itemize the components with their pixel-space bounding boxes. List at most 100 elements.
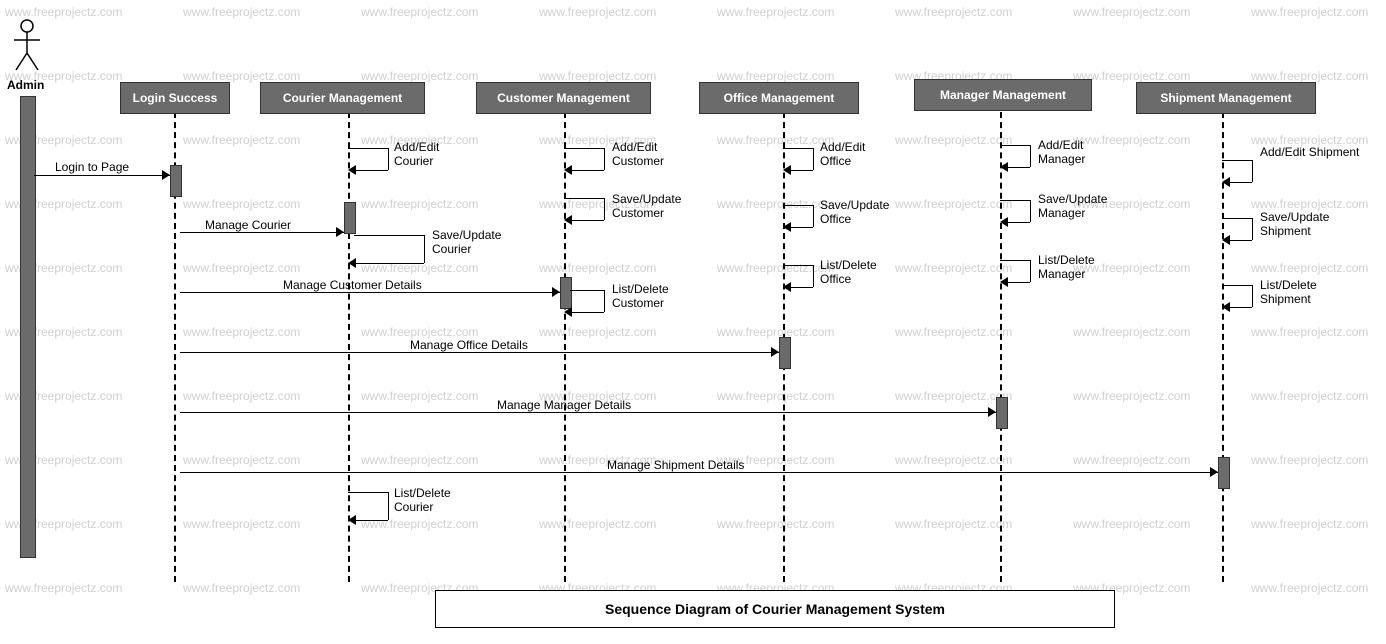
lifeline-manager [1000,112,1002,582]
msg-save-update-courier: Save/Update Courier [432,228,501,256]
arrow-login-to-page [34,175,170,176]
watermark-text: www.freeprojectz.com [361,453,478,467]
watermark-text: www.freeprojectz.com [895,517,1012,531]
watermark-text: www.freeprojectz.com [183,325,300,339]
watermark-text: www.freeprojectz.com [183,261,300,275]
loop-manager-add-head [1000,162,1008,172]
watermark-text: www.freeprojectz.com [1073,325,1190,339]
watermark-text: www.freeprojectz.com [895,5,1012,19]
watermark-text: www.freeprojectz.com [183,197,300,211]
loop-manager-add-bot [1008,167,1030,168]
msg-manage-courier: Manage Courier [205,218,291,232]
watermark-text: www.freeprojectz.com [183,517,300,531]
watermark-text: www.freeprojectz.com [361,389,478,403]
lifeline-customer [564,112,566,582]
arrowhead-manage-office [771,347,779,357]
msg-list-delete-shipment: List/Delete Shipment [1260,278,1317,306]
loop-shipment-add-top [1222,160,1252,161]
loop-shipment-save-head [1222,235,1230,245]
msg-add-edit-office: Add/Edit Office [820,140,865,168]
loop-manager-save-bot [1008,222,1030,223]
watermark-text: www.freeprojectz.com [539,517,656,531]
msg-add-edit-shipment: Add/Edit Shipment [1260,145,1359,159]
participant-customer: Customer Management [476,82,651,114]
watermark-text: www.freeprojectz.com [895,197,1012,211]
watermark-text: www.freeprojectz.com [1251,581,1368,595]
watermark-text: www.freeprojectz.com [183,69,300,83]
watermark-text: www.freeprojectz.com [183,453,300,467]
watermark-text: www.freeprojectz.com [1251,325,1368,339]
loop-manager-list-top [1000,260,1030,261]
watermark-text: www.freeprojectz.com [717,133,834,147]
watermark-text: www.freeprojectz.com [1251,261,1368,275]
watermark-text: www.freeprojectz.com [1251,517,1368,531]
participant-office: Office Management [699,82,859,114]
msg-add-edit-courier: Add/Edit Courier [394,140,439,168]
watermark-text: www.freeprojectz.com [183,581,300,595]
admin-activation [20,96,36,558]
watermark-text: www.freeprojectz.com [717,325,834,339]
loop-customer-list-bot [572,312,604,313]
msg-login-to-page: Login to Page [55,160,129,174]
watermark-text: www.freeprojectz.com [1073,453,1190,467]
loop-shipment-add-side [1252,160,1253,182]
participant-courier: Courier Management [260,82,425,114]
activation-office [779,337,791,369]
participant-login: Login Success [120,82,230,114]
arrow-manage-manager [180,412,996,413]
diagram-title: Sequence Diagram of Courier Management S… [435,590,1115,628]
watermark-text: www.freeprojectz.com [1251,197,1368,211]
loop-courier-save-side [424,235,425,263]
watermark-text: www.freeprojectz.com [539,261,656,275]
loop-shipment-list-side [1252,285,1253,307]
watermark-text: www.freeprojectz.com [717,261,834,275]
msg-add-edit-customer: Add/Edit Customer [612,140,664,168]
loop-customer-save-top [564,198,604,199]
msg-save-update-office: Save/Update Office [820,198,889,226]
loop-shipment-save-side [1252,218,1253,240]
loop-shipment-add-bot [1230,182,1252,183]
msg-list-delete-manager: List/Delete Manager [1038,253,1095,281]
loop-shipment-list-head [1222,302,1230,312]
loop-shipment-save-bot [1230,240,1252,241]
watermark-text: www.freeprojectz.com [1251,453,1368,467]
loop-manager-list-bot [1008,282,1030,283]
loop-customer-save-side [604,198,605,220]
arrow-manage-shipment [180,472,1218,473]
loop-courier-list-bot [356,520,388,521]
loop-courier-add-head [348,165,356,175]
loop-courier-add-top [348,148,388,149]
arrow-manage-customer [180,292,560,293]
watermark-text: www.freeprojectz.com [183,133,300,147]
loop-courier-save-bot [356,263,424,264]
msg-save-update-shipment: Save/Update Shipment [1260,210,1329,238]
msg-list-delete-customer: List/Delete Customer [612,282,669,310]
arrowhead-manage-customer [552,287,560,297]
loop-office-save-head [783,222,791,232]
loop-office-save-top [783,205,813,206]
loop-courier-list-head [348,515,356,525]
loop-office-save-bot [791,227,813,228]
loop-shipment-list-bot [1230,307,1252,308]
msg-manage-customer: Manage Customer Details [283,278,422,292]
watermark-text: www.freeprojectz.com [717,517,834,531]
watermark-text: www.freeprojectz.com [539,69,656,83]
msg-save-update-customer: Save/Update Customer [612,192,681,220]
watermark-text: www.freeprojectz.com [717,389,834,403]
loop-office-add-side [813,148,814,170]
loop-office-save-side [813,205,814,227]
loop-courier-list-top [348,492,388,493]
arrowhead-login [162,170,170,180]
admin-actor [12,18,42,79]
loop-office-list-top [783,265,813,266]
watermark-text: www.freeprojectz.com [1251,389,1368,403]
loop-courier-add-side [388,148,389,170]
watermark-text: www.freeprojectz.com [361,69,478,83]
msg-add-edit-manager: Add/Edit Manager [1038,138,1085,166]
watermark-text: www.freeprojectz.com [1073,389,1190,403]
msg-list-delete-courier: List/Delete Courier [394,486,451,514]
activation-login [170,165,182,197]
watermark-text: www.freeprojectz.com [717,197,834,211]
loop-manager-list-head [1000,277,1008,287]
participant-shipment: Shipment Management [1136,82,1316,114]
